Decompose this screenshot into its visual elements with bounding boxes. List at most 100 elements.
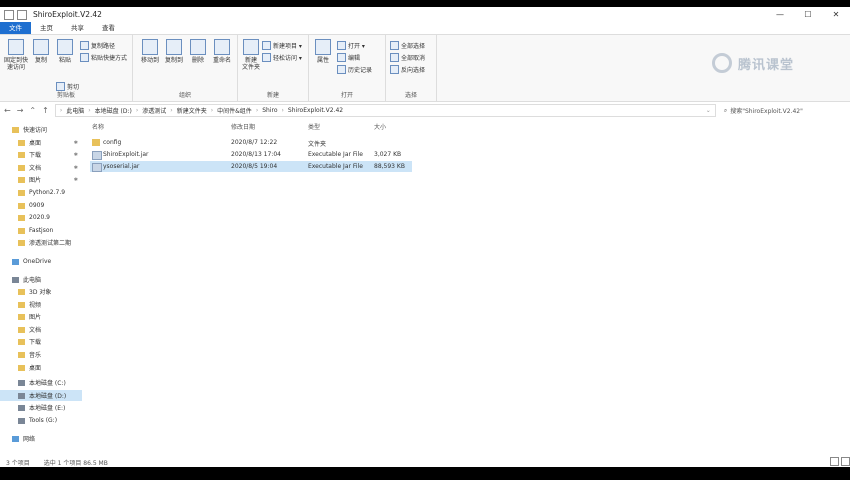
search-icon: ⌕ [723,106,728,114]
maximize-button[interactable]: ☐ [794,10,822,19]
sidebar-item[interactable]: 视频 [0,299,82,310]
copy-button[interactable]: 复制 [30,39,52,64]
content-area: 快速访问 桌面 ✱ 下载 ✱ 文档 ✱ 图片 ✱ Python2.7.9 0909 2020.9 Fas… [0,119,850,457]
pin-icon: ✱ [73,164,78,171]
chevron-icon: › [170,107,173,114]
sidebar-item[interactable]: 图片 ✱ [0,174,82,185]
copy-to-button[interactable]: 复制到 [163,39,185,64]
sidebar-item[interactable]: Python2.7.9 [0,187,82,198]
folder-icon [18,214,25,221]
breadcrumb-item[interactable]: ShiroExploit.V2.42 [288,107,343,114]
tab-share[interactable]: 共享 [62,22,93,34]
sidebar-item[interactable]: 3D 对象 [0,286,82,297]
sidebar-item[interactable]: 本地磁盘 (C:) [0,377,82,388]
sidebar-item[interactable]: 桌面 ✱ [0,137,82,148]
easy-access-button[interactable]: 轻松访问 ▾ [262,53,302,62]
open-button[interactable]: 打开 ▾ [337,41,365,50]
column-type[interactable]: 类型 [308,122,320,131]
properties-button[interactable]: 属性 [313,39,333,64]
select-all-button[interactable]: 全部选择 [390,41,425,50]
cell-name: config [103,139,122,146]
table-row[interactable]: ysoserial.jar 2020/8/5 19:04 Executable Ja… [90,161,412,172]
sidebar-item[interactable]: 此电脑 [0,274,82,285]
ribbon: 固定到快速访问 复制 粘贴 剪切 复制路径 粘贴快捷方式 剪贴板 移动到 复制到… [0,34,850,102]
paste-icon [57,39,73,55]
breadcrumb-item[interactable]: Shiro [262,107,277,114]
column-date[interactable]: 修改日期 [231,122,255,131]
group-label: 新建 [266,92,279,99]
details-view-button[interactable] [830,457,839,466]
edit-button[interactable]: 编辑 [337,53,360,62]
sidebar-item[interactable]: 音乐 [0,349,82,360]
sidebar-item[interactable]: 2020.9 [0,212,82,223]
recent-locations-button[interactable]: ⌃ [29,106,36,115]
sidebar-item[interactable]: 0909 [0,200,82,211]
sidebar-item[interactable]: 渗透测试第二期 [0,237,82,248]
chevron-icon: › [281,107,284,114]
invert-selection-button[interactable]: 反向选择 [390,65,425,74]
tab-view[interactable]: 查看 [93,22,124,34]
tab-file[interactable]: 文件 [0,22,31,34]
new-folder-button[interactable]: 新建 文件夹 [240,39,262,71]
close-button[interactable]: ✕ [822,10,850,19]
sidebar-item[interactable]: 本地磁盘 (E:) [0,402,82,413]
breadcrumb-item[interactable]: 本地磁盘 (D:) [95,106,132,115]
delete-icon [190,39,206,55]
pin-quick-access-button[interactable]: 固定到快速访问 [4,39,28,71]
sidebar-item[interactable]: 桌面 [0,362,82,373]
sidebar-item[interactable]: 图片 [0,311,82,322]
sidebar-item[interactable]: 本地磁盘 (D:) [0,390,82,401]
document-icon [18,326,25,333]
column-size[interactable]: 大小 [374,122,386,131]
minimize-button[interactable]: — [766,10,794,19]
sidebar-item-label: Tools (G:) [29,417,58,424]
drive-icon [18,392,25,399]
sidebar-item[interactable]: 下载 ✱ [0,149,82,160]
sidebar-item[interactable]: OneDrive [0,256,82,267]
breadcrumb[interactable]: › 此电脑 › 本地磁盘 (D:) › 渗透测试 › 新建文件夹 › 中间件&组件 › S… [54,104,716,117]
up-button[interactable]: ↑ [42,106,49,115]
move-to-button[interactable]: 移动到 [139,39,161,64]
sidebar-item[interactable]: 文档 ✱ [0,162,82,173]
back-button[interactable]: ← [4,106,11,115]
table-row[interactable]: config 2020/8/7 12:22 文件夹 [90,137,412,148]
paste-button[interactable]: 粘贴 [54,39,76,64]
sidebar-item[interactable]: Fastjson [0,225,82,236]
sidebar-item-label: 音乐 [29,352,42,359]
folder-icon [92,139,100,146]
sidebar-item[interactable]: Tools (G:) [0,415,82,426]
document-icon [18,164,25,171]
breadcrumb-item[interactable]: 此电脑 [66,106,84,115]
quick-access-toolbar[interactable] [4,9,27,20]
cube-icon [18,288,25,295]
sidebar-item[interactable]: 下载 [0,336,82,347]
breadcrumb-item[interactable]: 渗透测试 [142,106,166,115]
column-name[interactable]: 名称 [92,122,104,131]
sidebar-item[interactable]: 文档 [0,324,82,335]
cell-type: Executable Jar File [308,163,363,170]
sidebar-item[interactable]: 快速访问 [0,124,82,135]
forward-button[interactable]: → [17,106,24,115]
status-bar: 3 个项目 选中 1 个项目 86.5 MB [0,457,850,467]
search-input[interactable]: ⌕ 搜索"ShiroExploit.V2.42" [724,105,834,116]
cell-size: 3,027 KB [374,151,402,158]
logo-mark-icon [712,53,732,73]
move-icon [142,39,158,55]
checkbox-icon[interactable] [17,9,27,20]
sidebar-item[interactable]: 网络 [0,433,82,444]
breadcrumb-item[interactable]: 新建文件夹 [177,106,207,115]
select-none-button[interactable]: 全部取消 [390,53,425,62]
history-button[interactable]: 历史记录 [337,65,372,74]
copy-path-button[interactable]: 复制路径 [80,41,115,50]
large-icons-view-button[interactable] [841,457,850,466]
breadcrumb-item[interactable]: 中间件&组件 [217,106,252,115]
paste-shortcut-button[interactable]: 粘贴快捷方式 [80,53,127,62]
delete-button[interactable]: 删除 [187,39,209,64]
tab-home[interactable]: 主页 [31,22,62,34]
table-row[interactable]: ShiroExploit.jar 2020/8/13 17:04 Executabl… [90,149,412,160]
chevron-down-icon[interactable]: ⌄ [706,107,711,114]
rename-button[interactable]: 重命名 [211,39,233,64]
new-item-button[interactable]: 新建项目 ▾ [262,41,302,50]
folder-icon[interactable] [4,9,14,20]
sidebar-item-label: 桌面 [29,140,42,147]
